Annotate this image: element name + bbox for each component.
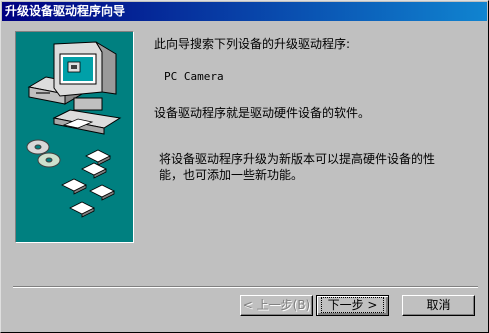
window-title: 升级设备驱动程序向导 [5,4,126,18]
back-button[interactable]: < 上一步(B) [240,295,313,316]
next-button-label: 下一步 > [320,297,385,313]
cd-disc-icon [26,139,61,168]
intro-text: 此向导搜索下列设备的升级驱动程序: [154,37,351,51]
wizard-illustration [15,31,134,243]
device-name: PC Camera [164,70,224,83]
back-button-label: < 上一步(B) [242,298,311,312]
separator-highlight [13,287,478,288]
floppy-disk-icon [61,149,115,218]
cancel-button-label: 取消 [426,298,451,312]
benefit-text-line2: 能，也可添加一些新功能。 [159,168,304,182]
wizard-window: 升级设备驱动程序向导 此向导搜索下列设备的升级驱动程序: PC Camera 设… [0,0,489,333]
next-button[interactable]: 下一步 > [316,295,389,316]
computer-icon [27,41,122,135]
benefit-text-line1: 将设备驱动程序升级为新版本可以提高硬件设备的性 [159,152,436,166]
definition-text: 设备驱动程序就是驱动硬件设备的软件。 [154,106,371,120]
title-bar[interactable]: 升级设备驱动程序向导 [2,2,487,21]
cancel-button[interactable]: 取消 [402,295,475,316]
